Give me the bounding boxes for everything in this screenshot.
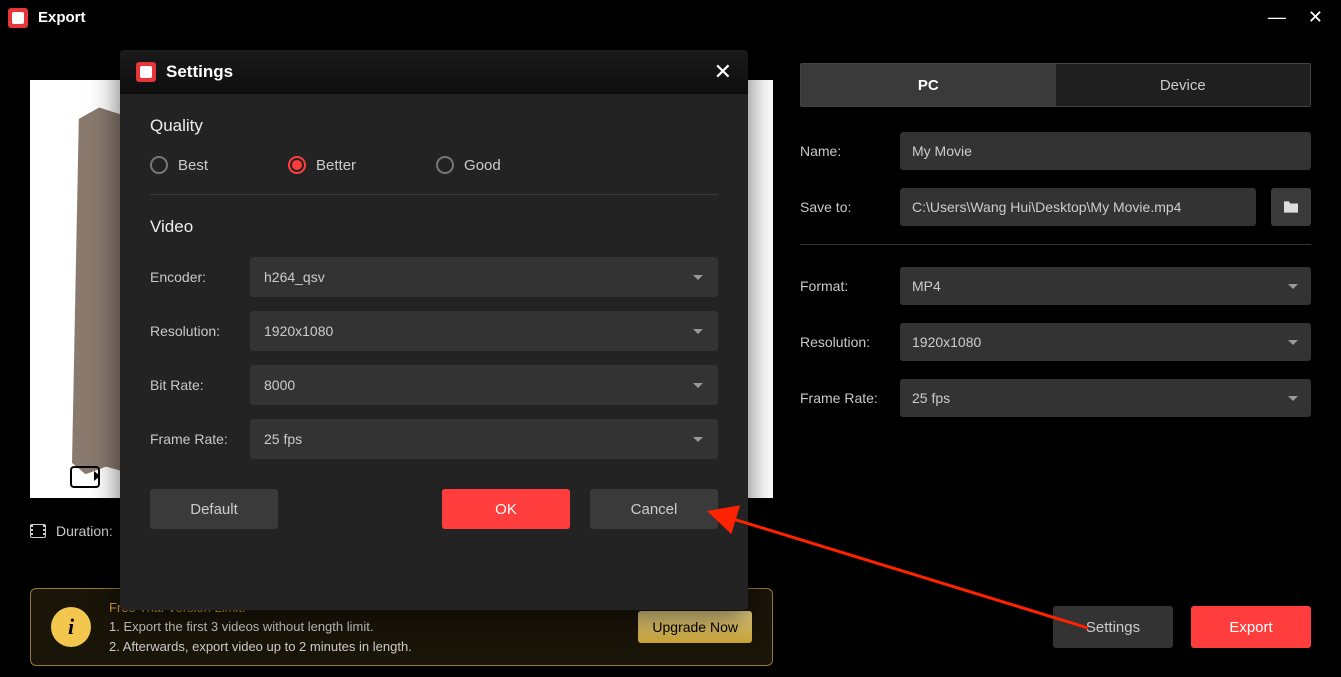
modal-resolution-label: Resolution: <box>150 323 250 339</box>
chevron-down-icon <box>692 271 704 283</box>
folder-icon <box>1282 200 1300 214</box>
app-logo-icon <box>8 8 28 28</box>
tab-pc[interactable]: PC <box>801 64 1056 106</box>
name-input[interactable] <box>900 132 1311 170</box>
radio-icon <box>436 156 454 174</box>
upgrade-button[interactable]: Upgrade Now <box>638 611 752 643</box>
export-button[interactable]: Export <box>1191 606 1311 648</box>
resolution-label: Resolution: <box>800 334 885 350</box>
modal-framerate-select[interactable]: 25 fps <box>250 419 718 459</box>
chevron-down-icon <box>1287 280 1299 292</box>
chevron-down-icon <box>1287 392 1299 404</box>
resolution-select[interactable]: 1920x1080 <box>900 323 1311 361</box>
bitrate-label: Bit Rate: <box>150 377 250 393</box>
radio-icon <box>150 156 168 174</box>
modal-title: Settings <box>166 62 714 82</box>
chevron-down-icon <box>1287 336 1299 348</box>
bitrate-select[interactable]: 8000 <box>250 365 718 405</box>
quality-section-title: Quality <box>150 116 718 136</box>
framerate-select[interactable]: 25 fps <box>900 379 1311 417</box>
radio-icon <box>288 156 306 174</box>
tab-device[interactable]: Device <box>1056 64 1311 106</box>
quality-radio-better[interactable]: Better <box>288 156 356 174</box>
encoder-label: Encoder: <box>150 269 250 285</box>
quality-radio-good[interactable]: Good <box>436 156 501 174</box>
settings-button[interactable]: Settings <box>1053 606 1173 648</box>
trial-line2: 2. Afterwards, export video up to 2 minu… <box>109 637 620 657</box>
app-logo-icon <box>136 62 156 82</box>
format-select[interactable]: MP4 <box>900 267 1311 305</box>
close-icon[interactable]: ✕ <box>1308 7 1323 28</box>
chevron-down-icon <box>692 433 704 445</box>
export-options-panel: PC Device Name: Save to: Format: MP4 Res… <box>780 35 1341 575</box>
name-label: Name: <box>800 143 885 159</box>
video-section-title: Video <box>150 217 718 237</box>
settings-modal: Settings ✕ Quality Best Better Good Vide… <box>120 50 748 610</box>
chevron-down-icon <box>692 379 704 391</box>
default-button[interactable]: Default <box>150 489 278 529</box>
duration-label: Duration: <box>56 523 113 539</box>
browse-folder-button[interactable] <box>1271 188 1311 226</box>
minimize-icon[interactable]: — <box>1268 7 1286 28</box>
framerate-label: Frame Rate: <box>800 390 885 406</box>
modal-close-icon[interactable]: ✕ <box>714 59 732 85</box>
chevron-down-icon <box>692 325 704 337</box>
filmstrip-icon <box>30 524 46 538</box>
encoder-select[interactable]: h264_qsv <box>250 257 718 297</box>
modal-framerate-label: Frame Rate: <box>150 431 250 447</box>
format-label: Format: <box>800 278 885 294</box>
window-title: Export <box>38 9 1268 26</box>
titlebar: Export — ✕ <box>0 0 1341 35</box>
cancel-button[interactable]: Cancel <box>590 489 718 529</box>
quality-radio-best[interactable]: Best <box>150 156 208 174</box>
info-icon: i <box>51 607 91 647</box>
modal-resolution-select[interactable]: 1920x1080 <box>250 311 718 351</box>
save-to-input[interactable] <box>900 188 1256 226</box>
save-to-label: Save to: <box>800 199 885 215</box>
platform-tabs: PC Device <box>800 63 1311 107</box>
trial-line1: 1. Export the first 3 videos without len… <box>109 617 620 637</box>
camera-icon <box>70 466 100 488</box>
ok-button[interactable]: OK <box>442 489 570 529</box>
